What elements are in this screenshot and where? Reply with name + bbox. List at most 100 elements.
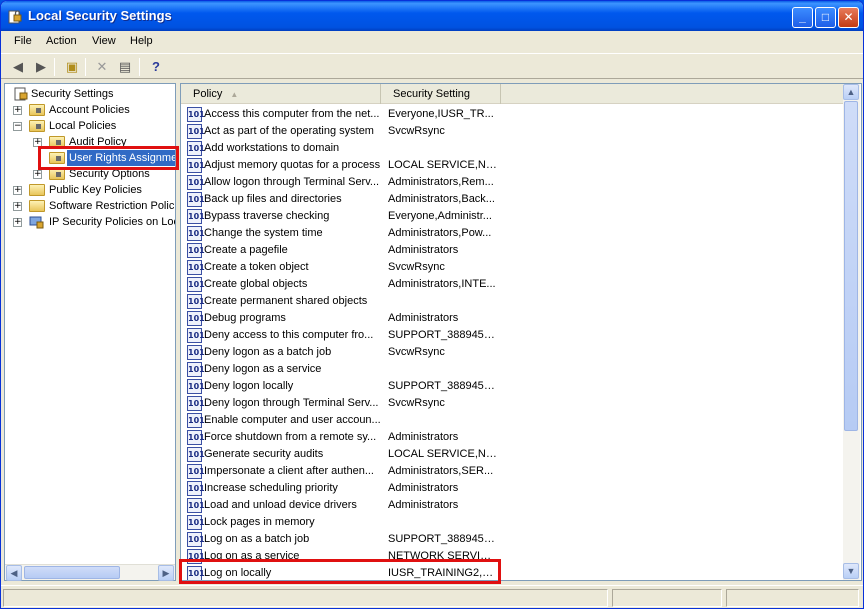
policy-name: Deny access to this computer fro...	[204, 329, 374, 341]
policy-row[interactable]: 101 Bypass traverse checking Everyone,Admi…	[185, 208, 843, 225]
delete-icon[interactable]: ✕	[92, 58, 112, 76]
policy-row[interactable]: 101 Deny access to this computer fro... SU…	[185, 327, 843, 344]
highlight-box-tree	[38, 146, 179, 170]
security-setting: SUPPORT_388945a...	[388, 329, 498, 341]
policy-row[interactable]: 101 Deny logon through Terminal Serv... Sv…	[185, 395, 843, 412]
help-icon[interactable]: ?	[146, 58, 166, 76]
scroll-down-icon[interactable]: ▼	[843, 563, 859, 579]
up-folder-icon[interactable]: ▣	[62, 58, 82, 76]
policy-row[interactable]: 101 Load and unload device drivers Adminis…	[185, 497, 843, 514]
policy-row[interactable]: 101 Create a pagefile Administrators	[185, 242, 843, 259]
tree-item-label: Public Key Policies	[49, 184, 142, 196]
policy-name: Allow logon through Terminal Serv...	[204, 176, 380, 188]
title-bar[interactable]: Local Security Settings _ □ ✕	[1, 1, 863, 31]
policy-row[interactable]: 101 Back up files and directories Administ…	[185, 191, 843, 208]
column-header-security-setting[interactable]: Security Setting	[381, 84, 501, 104]
security-setting: Administrators,INTE...	[388, 278, 496, 290]
policy-name: Create global objects	[204, 278, 308, 290]
policy-row[interactable]: 101 Deny logon as a service	[185, 361, 843, 378]
locked-folder-icon	[29, 120, 45, 132]
column-header-policy[interactable]: Policy ▲	[181, 84, 381, 104]
tree-item-label: IP Security Policies on Local Computer	[49, 216, 175, 228]
security-setting: Administrators	[388, 244, 459, 256]
security-setting: Everyone,IUSR_TR...	[388, 108, 494, 120]
forward-icon[interactable]: ▶	[31, 58, 51, 76]
scroll-thumb[interactable]	[24, 566, 120, 579]
policy-row[interactable]: 101 Force shutdown from a remote sy... Adm…	[185, 429, 843, 446]
policy-row[interactable]: 101 Change the system time Administrators,…	[185, 225, 843, 242]
locked-folder-icon	[29, 104, 45, 116]
policy-row[interactable]: 101 Allow logon through Terminal Serv... A…	[185, 174, 843, 191]
policy-row[interactable]: 101 Impersonate a client after authen... A…	[185, 463, 843, 480]
security-setting: SvcwRsync	[388, 397, 445, 409]
policy-row[interactable]: 101 Debug programs Administrators	[185, 310, 843, 327]
menu-help[interactable]: Help	[130, 35, 153, 47]
menu-view[interactable]: View	[92, 35, 116, 47]
expand-icon[interactable]: +	[33, 170, 42, 179]
policy-row[interactable]: 101 Access this computer from the net... E…	[185, 106, 843, 123]
tree-item-label: Software Restriction Policies	[49, 200, 176, 212]
scroll-thumb[interactable]	[844, 101, 858, 431]
scroll-right-icon[interactable]: ▶	[158, 565, 174, 581]
policy-row[interactable]: 101 Log on as a batch job SUPPORT_388945a.…	[185, 531, 843, 548]
policy-icon: 101	[187, 311, 205, 326]
policy-row[interactable]: 101 Enable computer and user accoun...	[185, 412, 843, 429]
policy-icon: 101	[187, 260, 205, 275]
policy-name: Generate security audits	[204, 448, 324, 460]
policy-row[interactable]: 101 Create permanent shared objects	[185, 293, 843, 310]
scroll-up-icon[interactable]: ▲	[843, 84, 859, 100]
policy-name: Debug programs	[204, 312, 286, 324]
policy-row[interactable]: 101 Create global objects Administrators,I…	[185, 276, 843, 293]
minimize-button[interactable]: _	[792, 7, 813, 28]
back-icon[interactable]: ◀	[8, 58, 28, 76]
security-setting: Administrators,SER...	[388, 465, 494, 477]
menu-action[interactable]: Action	[46, 35, 77, 47]
policy-icon: 101	[187, 413, 205, 428]
scroll-left-icon[interactable]: ◀	[6, 565, 22, 581]
policy-icon: 101	[187, 328, 205, 343]
menu-file[interactable]: File	[14, 35, 32, 47]
policy-name: Deny logon through Terminal Serv...	[204, 397, 379, 409]
policy-row[interactable]: 101 Create a token object SvcwRsync	[185, 259, 843, 276]
policy-name: Deny logon as a batch job	[204, 346, 332, 358]
properties-icon[interactable]: ▤	[115, 58, 135, 76]
tree-item-label: Security Settings	[31, 88, 114, 100]
policy-row[interactable]: 101 Deny logon locally SUPPORT_388945a...	[185, 378, 843, 395]
expand-icon[interactable]: +	[13, 106, 22, 115]
policy-icon: 101	[187, 447, 205, 462]
collapse-icon[interactable]: −	[13, 122, 22, 131]
maximize-button[interactable]: □	[815, 7, 836, 28]
expand-icon[interactable]: +	[13, 202, 22, 211]
policy-list-pane[interactable]: Policy ▲ Security Setting 101 Access this …	[180, 83, 862, 581]
policy-icon: 101	[187, 243, 205, 258]
security-setting: Administrators	[388, 482, 459, 494]
security-setting: SvcwRsync	[388, 261, 445, 273]
policy-row[interactable]: 101 Generate security audits LOCAL SERVICE…	[185, 446, 843, 463]
policy-row[interactable]: 101 Increase scheduling priority Administr…	[185, 480, 843, 497]
policy-icon: 101	[187, 158, 205, 173]
security-setting: Administrators	[388, 499, 459, 511]
folder-icon	[29, 184, 45, 196]
close-button[interactable]: ✕	[838, 7, 859, 28]
security-setting: Administrators	[388, 431, 459, 443]
policy-name: Increase scheduling priority	[204, 482, 338, 494]
policy-row[interactable]: 101 Deny logon as a batch job SvcwRsync	[185, 344, 843, 361]
list-vertical-scrollbar[interactable]: ▲ ▼	[843, 84, 860, 580]
policy-name: Access this computer from the net...	[204, 108, 380, 120]
ip-security-icon	[29, 216, 44, 229]
expand-icon[interactable]: +	[13, 218, 22, 227]
policy-icon: 101	[187, 141, 205, 156]
policy-row[interactable]: 101 Add workstations to domain	[185, 140, 843, 157]
policy-row[interactable]: 101 Adjust memory quotas for a process LOC…	[185, 157, 843, 174]
policy-icon: 101	[187, 515, 205, 530]
security-setting: SvcwRsync	[388, 346, 445, 358]
tree-horizontal-scrollbar[interactable]: ◀ ▶	[5, 564, 175, 581]
tree-item-label: Account Policies	[49, 104, 130, 116]
security-setting: LOCAL SERVICE,NE...	[388, 448, 498, 460]
policy-icon: 101	[187, 192, 205, 207]
policy-row[interactable]: 101 Act as part of the operating system Sv…	[185, 123, 843, 140]
expand-icon[interactable]: +	[13, 186, 22, 195]
policy-icon: 101	[187, 175, 205, 190]
policy-row[interactable]: 101 Lock pages in memory	[185, 514, 843, 531]
policy-name: Create a pagefile	[204, 244, 288, 256]
